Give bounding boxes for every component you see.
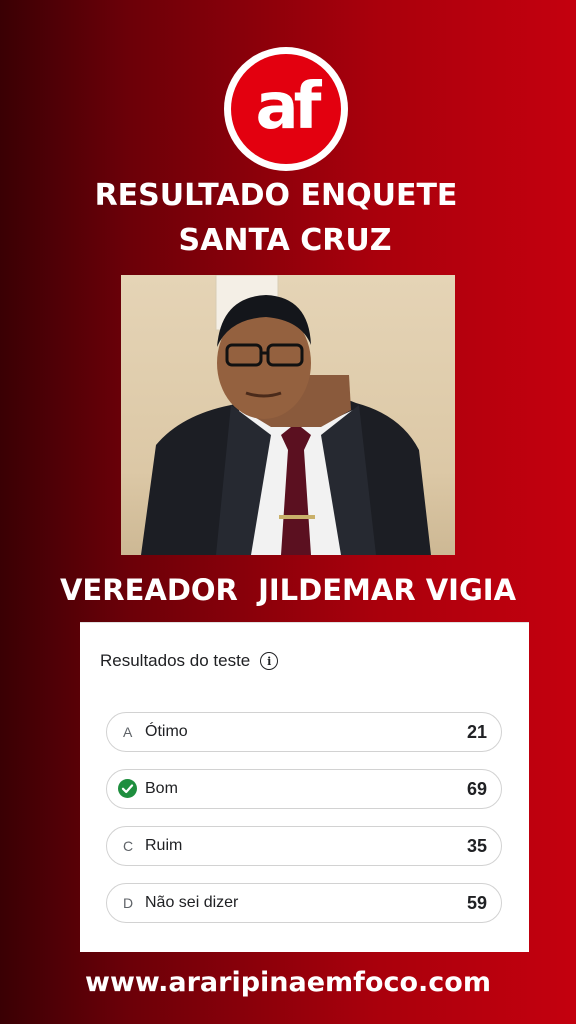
poll-title-text: Resultados do teste <box>100 651 251 670</box>
option-letter: C <box>123 838 134 854</box>
headline-line-2: SANTA CRUZ <box>178 223 392 258</box>
poll-option-ruim[interactable]: C Ruim 35 <box>106 826 502 866</box>
option-label: Bom <box>145 780 178 797</box>
candidate-name: VEREADOR JILDEMAR VIGIA <box>59 573 517 607</box>
option-label: Ótimo <box>145 723 188 740</box>
option-letter: A <box>123 724 133 740</box>
option-count: 69 <box>466 779 487 799</box>
check-circle-icon <box>118 779 137 798</box>
option-count: 59 <box>466 893 487 913</box>
brand-logo: af <box>224 47 348 171</box>
poll-option-nao-sei-dizer[interactable]: D Não sei dizer 59 <box>106 883 502 923</box>
option-label: Ruim <box>145 837 183 854</box>
brand-logo-circle: af <box>231 54 341 164</box>
poll-results-card: Resultados do teste i A Ótimo 21 Bom 69 … <box>80 622 529 952</box>
option-count: 35 <box>466 836 487 856</box>
candidate-photo <box>121 275 455 555</box>
option-label: Não sei dizer <box>145 894 239 911</box>
option-letter: D <box>123 895 134 911</box>
website-url: www.araripinaemfoco.com <box>85 967 491 998</box>
poll-title: Resultados do teste i <box>100 651 279 671</box>
option-count: 21 <box>466 722 487 742</box>
poll-option-bom[interactable]: Bom 69 <box>106 769 502 809</box>
poll-option-otimo[interactable]: A Ótimo 21 <box>106 712 502 752</box>
brand-logo-text: af <box>255 70 321 144</box>
info-icon[interactable]: i <box>260 652 279 670</box>
headline-line-1: RESULTADO ENQUETE <box>94 178 458 213</box>
